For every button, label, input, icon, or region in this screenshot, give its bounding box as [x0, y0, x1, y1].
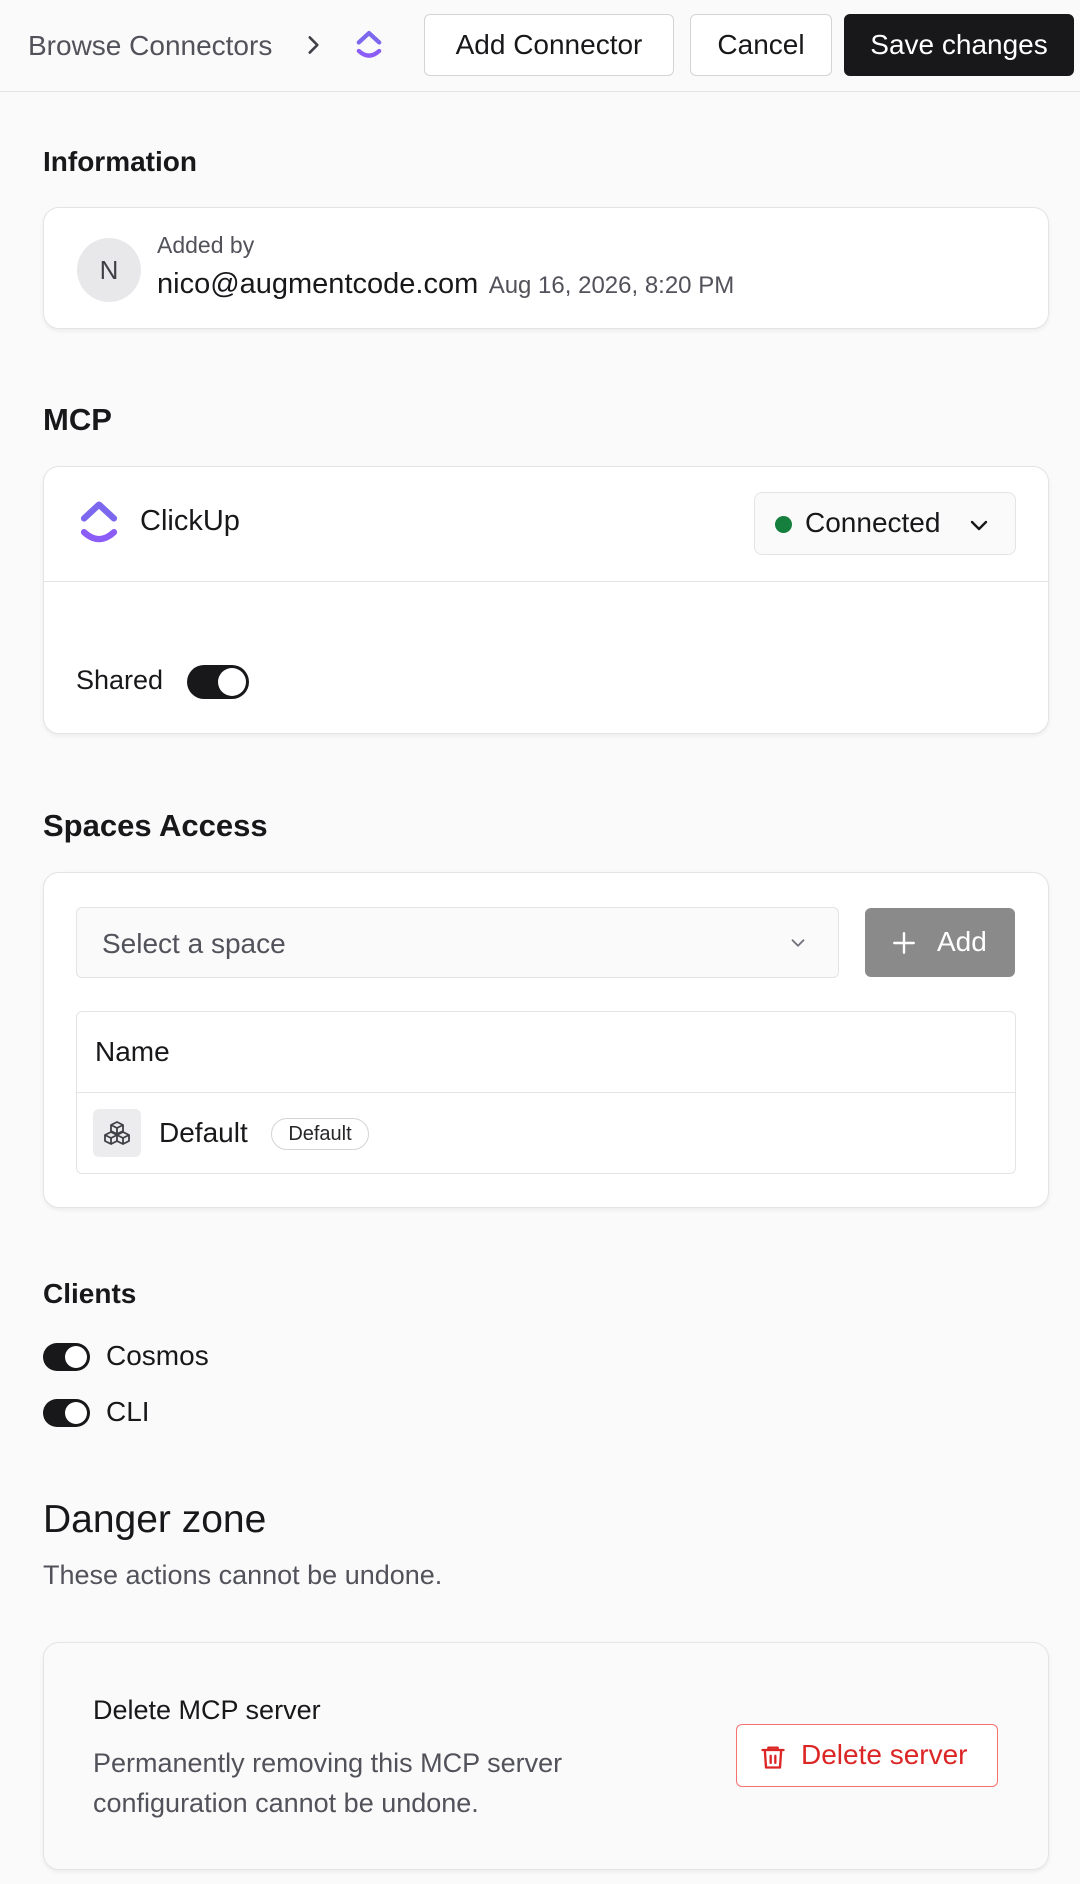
- chevron-down-icon: [791, 939, 805, 947]
- connection-status-label: Connected: [805, 507, 941, 538]
- clients-title: Clients: [43, 1278, 137, 1309]
- cli-toggle[interactable]: [43, 1399, 90, 1427]
- spaces-access-title: Spaces Access: [43, 808, 268, 843]
- plus-icon: [893, 932, 915, 954]
- delete-server-button[interactable]: Delete server: [736, 1724, 998, 1787]
- default-badge: Default: [271, 1118, 369, 1150]
- clickup-logo-icon[interactable]: [352, 28, 386, 62]
- add-space-label: Add: [937, 926, 987, 957]
- information-card: N Added by nico@augmentcode.com Aug 16, …: [43, 207, 1049, 329]
- space-name: Default: [159, 1117, 248, 1148]
- trash-icon: [761, 1746, 785, 1769]
- toggle-knob: [65, 1346, 87, 1368]
- cosmos-toggle[interactable]: [43, 1343, 90, 1371]
- add-connector-button[interactable]: Add Connector: [424, 14, 674, 76]
- save-changes-button[interactable]: Save changes: [844, 14, 1074, 76]
- spaces-table: Name Default Default: [76, 1011, 1016, 1174]
- delete-server-card: Delete MCP server Permanently removing t…: [43, 1642, 1049, 1870]
- shared-toggle[interactable]: [187, 665, 249, 699]
- add-space-button[interactable]: Add: [865, 908, 1015, 977]
- shared-label: Shared: [76, 665, 164, 695]
- table-row[interactable]: Default Default: [77, 1093, 1015, 1173]
- added-by-details: nico@augmentcode.com Aug 16, 2026, 8:20 …: [157, 268, 734, 301]
- added-date: Aug 16, 2026, 8:20 PM: [488, 272, 735, 299]
- top-bar: Browse Connectors Add Connector Cancel S…: [0, 0, 1080, 92]
- connector-name: ClickUp: [140, 505, 240, 537]
- added-by-email: nico@augmentcode.com: [157, 268, 479, 300]
- select-space-dropdown[interactable]: Select a space: [76, 907, 839, 978]
- delete-server-label: Delete server: [801, 1739, 968, 1770]
- mcp-title: MCP: [43, 402, 112, 437]
- toggle-knob: [65, 1402, 87, 1424]
- toggle-knob: [218, 668, 246, 696]
- table-header-name: Name: [95, 1036, 170, 1067]
- cubes-icon: [93, 1109, 141, 1157]
- connection-status-dropdown[interactable]: Connected: [754, 492, 1016, 555]
- client-cosmos-label: Cosmos: [106, 1340, 209, 1371]
- clickup-logo-icon: [80, 501, 118, 543]
- chevron-down-icon: [970, 520, 988, 531]
- delete-title: Delete MCP server: [93, 1695, 321, 1725]
- chevron-right-icon: [308, 36, 319, 54]
- cancel-button[interactable]: Cancel: [690, 14, 832, 76]
- divider: [44, 581, 1048, 582]
- avatar: N: [77, 238, 141, 302]
- mcp-card: ClickUp Connected Shared: [43, 466, 1049, 734]
- delete-description-line-1: Permanently removing this MCP server: [93, 1748, 563, 1778]
- danger-zone-title: Danger zone: [43, 1498, 267, 1541]
- danger-zone-subtitle: These actions cannot be undone.: [43, 1560, 443, 1590]
- information-title: Information: [43, 146, 197, 177]
- added-by-label: Added by: [157, 232, 255, 258]
- delete-description: Permanently removing this MCP server con…: [93, 1743, 562, 1823]
- breadcrumb-browse-connectors[interactable]: Browse Connectors: [28, 26, 272, 66]
- client-cli-label: CLI: [106, 1396, 150, 1427]
- select-space-placeholder: Select a space: [102, 928, 286, 959]
- status-dot: [775, 516, 792, 533]
- spaces-access-card: Select a space Add Name Default Default: [43, 872, 1049, 1208]
- delete-description-line-2: configuration cannot be undone.: [93, 1788, 479, 1818]
